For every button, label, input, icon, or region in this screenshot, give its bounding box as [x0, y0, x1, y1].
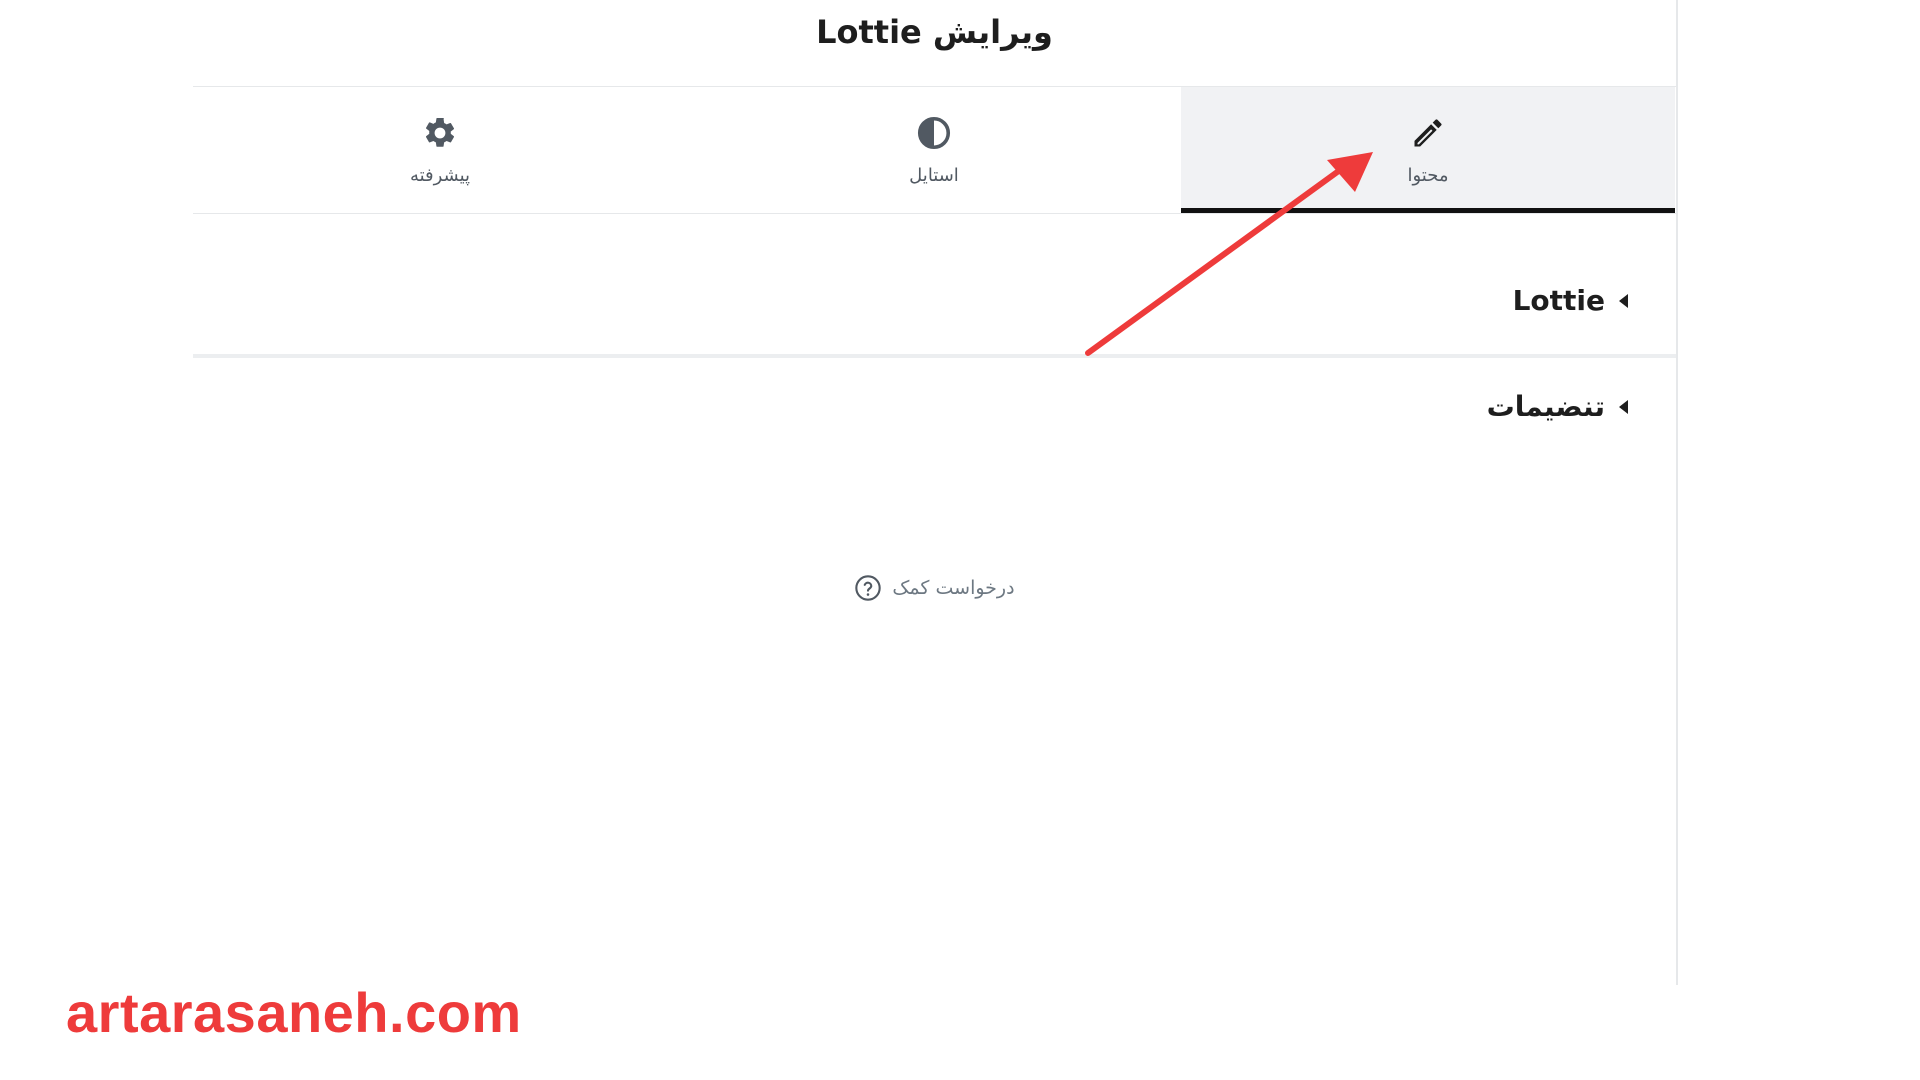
- section-settings-title: تنضیمات: [1486, 390, 1605, 423]
- tab-advanced-label: پیشرفته: [409, 165, 471, 186]
- tab-style[interactable]: استایل: [687, 87, 1181, 213]
- tab-content[interactable]: محتوا: [1181, 87, 1675, 213]
- editor-panel: ویرایش Lottie پیشرفته استایل محتوا Lotti…: [193, 0, 1678, 985]
- tab-style-label: استایل: [909, 165, 959, 186]
- pencil-icon: [1414, 119, 1442, 147]
- contrast-icon: [917, 116, 951, 150]
- section-lottie-header[interactable]: Lottie: [1513, 284, 1628, 317]
- tab-content-label: محتوا: [1407, 165, 1449, 186]
- help-area: درخواست کمک: [193, 574, 1676, 602]
- screenshot-stage: ویرایش Lottie پیشرفته استایل محتوا Lotti…: [0, 0, 1920, 1080]
- caret-left-icon: [1619, 293, 1628, 308]
- panel-tabs: پیشرفته استایل محتوا: [193, 86, 1676, 214]
- question-circle-icon: [855, 575, 882, 601]
- panel-title: ویرایش Lottie: [816, 13, 1053, 51]
- section-settings-header[interactable]: تنضیمات: [1487, 390, 1628, 423]
- gear-icon: [425, 117, 455, 147]
- tab-advanced[interactable]: پیشرفته: [193, 87, 687, 213]
- caret-left-icon: [1619, 399, 1628, 414]
- section-lottie-title: Lottie: [1512, 284, 1605, 317]
- section-settings[interactable]: تنضیمات: [193, 370, 1676, 450]
- help-label: درخواست کمک: [892, 577, 1015, 599]
- help-link[interactable]: درخواست کمک: [854, 574, 1015, 602]
- watermark-text: artarasaneh.com: [66, 981, 522, 1044]
- section-lottie[interactable]: Lottie: [193, 246, 1676, 358]
